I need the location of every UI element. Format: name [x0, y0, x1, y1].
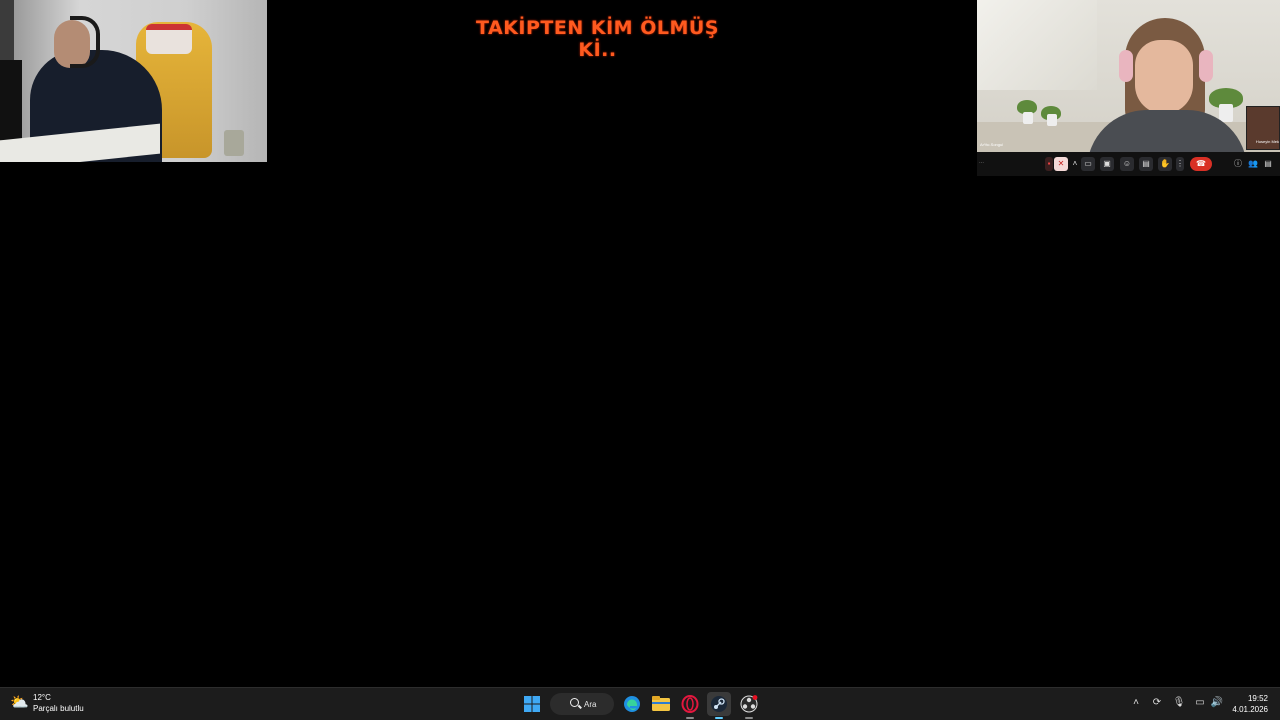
- taskbar-search[interactable]: Ara: [550, 693, 614, 715]
- edge-icon: [624, 696, 640, 712]
- webcam-monitor: [0, 60, 22, 140]
- present-screen-icon[interactable]: ▣: [1100, 157, 1114, 171]
- opera-gx-button[interactable]: [678, 692, 702, 719]
- raise-hand-icon[interactable]: ✋: [1158, 157, 1172, 171]
- emoji-icon[interactable]: ☺: [1120, 157, 1134, 171]
- obs-button[interactable]: [737, 692, 761, 719]
- overlay-title: TAKİPTEN KİM ÖLMÜŞ Kİ..: [476, 17, 719, 61]
- pot-icon: [1047, 114, 1057, 126]
- people-icon[interactable]: 👥: [1246, 157, 1260, 171]
- participant-name: Ar%c.Songul: [980, 142, 1004, 147]
- streamer-webcam: [0, 0, 267, 162]
- weather-widget[interactable]: ⛅ 12°C Parçalı bulutlu: [10, 692, 120, 716]
- steam-icon: [711, 696, 727, 712]
- clock-date: 4.01.2026: [1232, 705, 1268, 714]
- edge-button[interactable]: [620, 692, 644, 716]
- search-icon: [570, 698, 579, 707]
- webcam-bin: [224, 130, 244, 156]
- more-options-icon[interactable]: ⋮: [1176, 157, 1184, 171]
- headphones-icon: [1199, 50, 1213, 82]
- obs-icon: [740, 695, 758, 713]
- microphone-icon[interactable]: 🎙: [1172, 696, 1186, 710]
- opera-gx-icon: [681, 695, 699, 713]
- taskbar-clock[interactable]: 19:52 4.01.2026: [1232, 693, 1268, 715]
- info-icon[interactable]: ⓘ: [1231, 157, 1245, 171]
- file-explorer-icon: [652, 696, 670, 711]
- participant-video[interactable]: Huseyin Mek Ar%c.Songul: [977, 0, 1280, 152]
- end-call-button[interactable]: ☎: [1190, 157, 1212, 171]
- weather-temp: 12°C: [33, 693, 51, 702]
- windows-start-button[interactable]: [520, 692, 544, 716]
- captions-icon[interactable]: ▤: [1139, 157, 1153, 171]
- steam-button[interactable]: [707, 692, 731, 719]
- mic-muted-icon[interactable]: ✕: [1054, 157, 1068, 171]
- weather-condition: Parçalı bulutlu: [33, 704, 84, 713]
- display-icon[interactable]: ▭: [1193, 696, 1207, 710]
- running-indicator: [686, 717, 694, 719]
- call-controls-bar: ⋯ ▪ ✕ ˄ ▭ ▣ ☺ ▤ ✋ ⋮ ☎ ⓘ 👥 ▤: [977, 152, 1280, 176]
- running-indicator: [745, 717, 753, 719]
- chat-icon[interactable]: ▤: [1261, 157, 1275, 171]
- camera-icon[interactable]: ▭: [1081, 157, 1095, 171]
- call-window-bg: [977, 0, 1097, 90]
- self-view-name: Huseyin Mek: [1255, 139, 1279, 144]
- search-label: Ara: [584, 699, 597, 709]
- headset-icon: [70, 16, 100, 68]
- active-indicator: [715, 717, 723, 719]
- vase-icon: [1219, 104, 1233, 122]
- clock-time: 19:52: [1247, 694, 1268, 703]
- taskbar: ⛅ 12°C Parçalı bulutlu Ara ˄ ⟳ 🎙 ▭ 🔊 19:…: [0, 687, 1280, 720]
- video-call-panel: ✕ Huseyin Mek Ar%c.Songul ⋯ ▪ ✕ ˄ ▭ ▣ ☺ …: [977, 0, 1280, 176]
- partly-cloudy-icon: ⛅: [10, 694, 29, 711]
- chevron-up-icon[interactable]: ˄: [1129, 696, 1143, 710]
- call-meeting-label: ⋯: [979, 160, 984, 166]
- webcam-pillow: [146, 24, 192, 54]
- pot-icon: [1023, 112, 1033, 124]
- windows-start-icon: [524, 696, 540, 712]
- volume-icon[interactable]: 🔊: [1210, 696, 1224, 710]
- recording-indicator-icon[interactable]: ▪: [1045, 157, 1053, 171]
- sync-icon[interactable]: ⟳: [1150, 696, 1164, 710]
- file-explorer-button[interactable]: [649, 692, 673, 716]
- headphones-icon: [1119, 50, 1133, 82]
- chevron-up-icon[interactable]: ˄: [1071, 157, 1079, 171]
- participant-face: [1135, 40, 1193, 114]
